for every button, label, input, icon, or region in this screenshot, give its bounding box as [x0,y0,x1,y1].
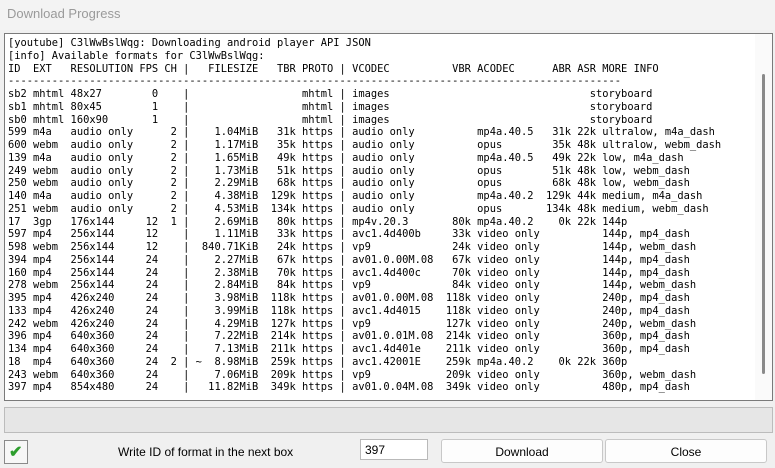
console-line: sb0 mhtml 160x90 1 | mhtml | images stor… [8,113,653,126]
confirm-checkbox[interactable]: ✔ [4,440,28,464]
console-line: 242 webm 426x240 24 | 4.29MiB 127k https… [8,317,697,330]
console-line: 243 webm 640x360 24 | 7.06MiB 209k https… [8,368,697,381]
console-line: ID EXT RESOLUTION FPS CH | FILESIZE TBR … [8,62,659,75]
console-line: [info] Available formats for C3lWwBslWqg… [8,49,265,62]
console-line: 251 webm audio only 2 | 4.53MiB 134k htt… [8,202,709,215]
console-log: [youtube] C3lWwBslWqg: Downloading andro… [5,34,772,394]
console-line: sb1 mhtml 80x45 1 | mhtml | images story… [8,100,653,113]
console-line: 160 mp4 256x144 24 | 2.38MiB 70k https |… [8,266,690,279]
console-scrollbar[interactable] [755,34,772,400]
console-line: 140 m4a audio only 2 | 4.38MiB 129k http… [8,190,703,202]
download-progress-bar [4,407,773,433]
window-title: Download Progress [7,6,121,21]
console-line: 278 webm 256x144 24 | 2.84MiB 84k https … [8,279,697,292]
check-icon: ✔ [9,444,23,461]
console-line: 134 mp4 640x360 24 | 7.13MiB 211k https … [8,343,690,355]
console-line: 395 mp4 426x240 24 | 3.98MiB 118k https … [8,292,690,304]
format-id-label: Write ID of format in the next box [118,445,294,459]
console-line: 18 mp4 640x360 24 2 | ~ 8.98MiB 259k htt… [8,355,628,368]
console-line: 598 webm 256x144 12 | 840.71KiB 24k http… [8,241,697,253]
console-line: 250 webm audio only 2 | 2.29MiB 68k http… [8,177,690,190]
console-line: 139 m4a audio only 2 | 1.65MiB 49k https… [8,151,684,164]
console-output[interactable]: [youtube] C3lWwBslWqg: Downloading andro… [4,33,773,401]
scrollbar-thumb[interactable] [762,74,765,374]
console-line: ----------------------------------------… [8,75,622,88]
console-line: sb2 mhtml 48x27 0 | mhtml | images story… [8,88,653,100]
console-line: 249 webm audio only 2 | 1.73MiB 51k http… [8,164,690,177]
console-line: 597 mp4 256x144 12 | 1.11MiB 33k https |… [8,228,690,241]
console-line: 17 3gp 176x144 12 1 | 2.69MiB 80k https … [8,215,628,228]
console-line: 133 mp4 426x240 24 | 3.99MiB 118k https … [8,304,690,317]
download-button[interactable]: Download [441,439,603,463]
title-bar: Download Progress [0,0,775,30]
console-line: [youtube] C3lWwBslWqg: Downloading andro… [8,37,371,49]
console-line: 600 webm audio only 2 | 1.17MiB 35k http… [8,139,722,151]
console-line: 396 mp4 640x360 24 | 7.22MiB 214k https … [8,330,690,343]
close-button[interactable]: Close [605,439,767,463]
format-id-input[interactable] [360,439,428,460]
console-line: 394 mp4 256x144 24 | 2.27MiB 67k https |… [8,253,690,266]
console-line: 599 m4a audio only 2 | 1.04MiB 31k https… [8,126,715,139]
console-line: 397 mp4 854x480 24 | 11.82MiB 349k https… [8,381,690,394]
